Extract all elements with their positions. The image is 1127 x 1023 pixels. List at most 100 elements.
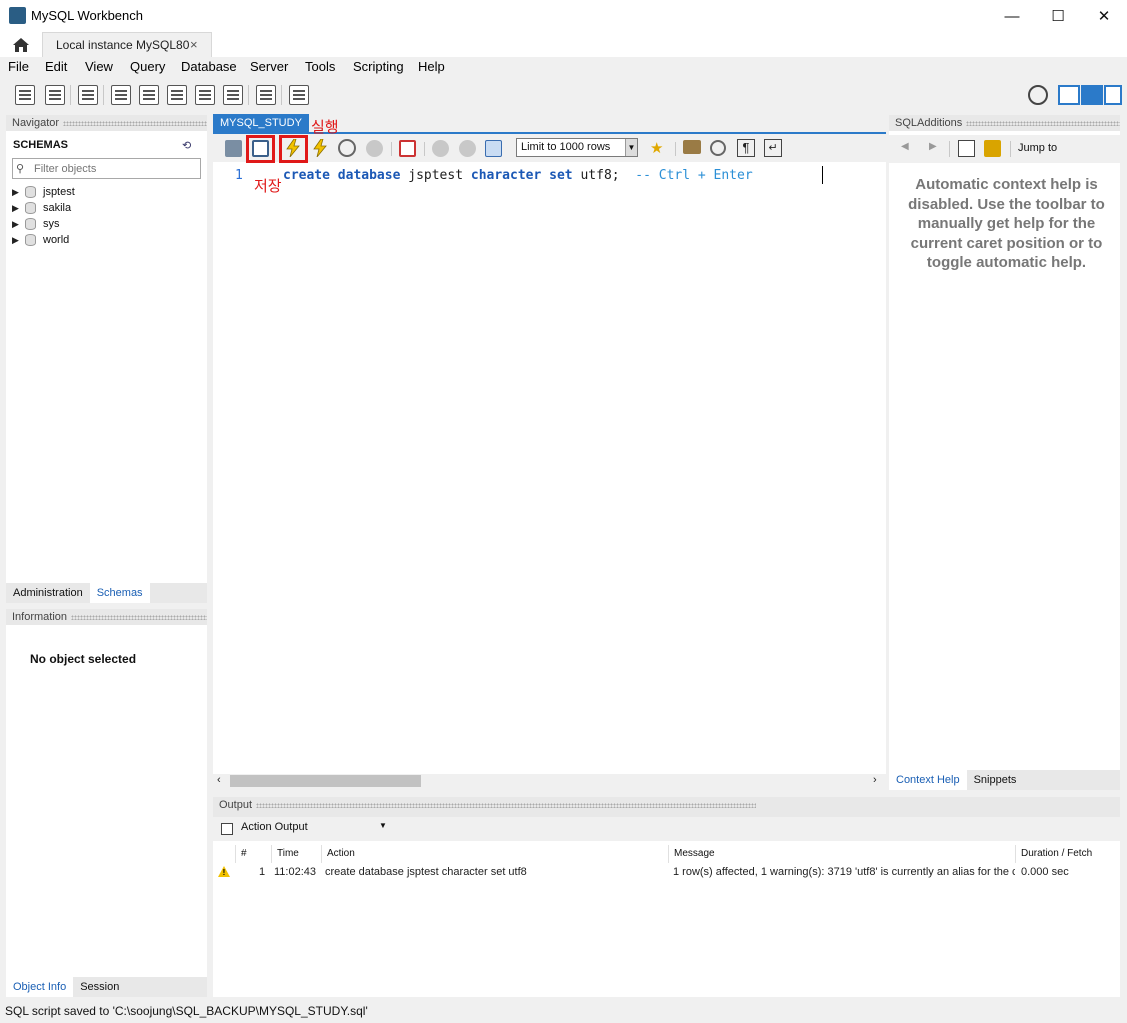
- add-snippet-star-icon[interactable]: ★: [650, 139, 663, 157]
- create-view-icon[interactable]: [167, 85, 187, 105]
- open-file-icon[interactable]: [225, 140, 242, 157]
- rollback-icon: [459, 140, 476, 157]
- expand-arrow-icon[interactable]: ▶: [12, 187, 22, 198]
- execute-highlight-box: [279, 135, 308, 163]
- toolbar-separator: [1010, 141, 1011, 157]
- invisible-characters-icon[interactable]: ¶: [737, 139, 755, 157]
- information-header: Information: [6, 609, 207, 625]
- column-header-action[interactable]: Action: [321, 845, 668, 863]
- toolbar-separator: [248, 85, 249, 105]
- refresh-schemas-icon[interactable]: ⟲: [182, 139, 191, 152]
- home-tab[interactable]: [0, 32, 42, 57]
- menu-tools[interactable]: Tools: [305, 59, 335, 74]
- toggle-output-icon[interactable]: [1081, 85, 1103, 105]
- toolbar-separator: [281, 85, 282, 105]
- menu-database[interactable]: Database: [181, 59, 237, 74]
- open-sql-script-icon[interactable]: [45, 85, 65, 105]
- column-header-number[interactable]: #: [235, 845, 271, 863]
- tab-context-help[interactable]: Context Help: [889, 770, 967, 790]
- column-header-message[interactable]: Message: [668, 845, 1015, 863]
- tab-administration[interactable]: Administration: [6, 583, 90, 603]
- stop-on-error-icon[interactable]: [399, 140, 416, 157]
- expand-arrow-icon[interactable]: ▶: [12, 219, 22, 230]
- schemas-title: SCHEMAS: [13, 139, 69, 151]
- new-sql-tab-icon[interactable]: [15, 85, 35, 105]
- back-arrow-icon[interactable]: ◀: [901, 141, 909, 152]
- menu-view[interactable]: View: [85, 59, 113, 74]
- minimize-button[interactable]: —: [989, 0, 1035, 32]
- scrollbar-thumb[interactable]: [230, 775, 421, 787]
- close-window-button[interactable]: ✕: [1081, 0, 1127, 32]
- navigator-panel: Navigator SCHEMAS ⟲ ⚲ ▶jsptest ▶sakila ▶…: [6, 115, 207, 603]
- output-table-header: # Time Action Message Duration / Fetch: [213, 845, 1120, 863]
- row-duration: 0.000 sec: [1021, 866, 1069, 878]
- tab-session[interactable]: Session: [73, 977, 126, 997]
- expand-arrow-icon[interactable]: ▶: [12, 203, 22, 214]
- context-help-icon[interactable]: [958, 140, 975, 157]
- column-header-duration[interactable]: Duration / Fetch: [1015, 845, 1120, 863]
- limit-rows-select[interactable]: Limit to 1000 rows ▼: [516, 138, 638, 157]
- menu-scripting[interactable]: Scripting: [353, 59, 404, 74]
- output-mode-select[interactable]: Action Output ▼: [241, 821, 389, 838]
- sql-keyword: set: [549, 168, 573, 183]
- menu-server[interactable]: Server: [250, 59, 288, 74]
- forward-arrow-icon[interactable]: ▶: [929, 141, 937, 152]
- tab-label: Local instance MySQL80: [56, 38, 190, 52]
- tab-schemas[interactable]: Schemas: [89, 583, 150, 603]
- find-icon[interactable]: [710, 140, 726, 156]
- filter-objects-field[interactable]: ⚲: [12, 158, 201, 179]
- close-tab-icon[interactable]: ×: [190, 37, 198, 52]
- schema-item-world[interactable]: ▶ world: [12, 232, 69, 248]
- gear-icon[interactable]: [1028, 85, 1048, 105]
- save-highlight-box: [246, 135, 275, 163]
- maximize-button[interactable]: ☐: [1035, 0, 1081, 32]
- schema-item-sys[interactable]: ▶ sys: [12, 216, 60, 232]
- reconnect-icon[interactable]: [289, 85, 309, 105]
- schema-item-sakila[interactable]: ▶ sakila: [12, 200, 71, 216]
- create-schema-icon[interactable]: [111, 85, 131, 105]
- menu-help[interactable]: Help: [418, 59, 445, 74]
- editor-horizontal-scrollbar[interactable]: ‹ ›: [213, 774, 886, 788]
- create-function-icon[interactable]: [223, 85, 243, 105]
- scroll-left-icon[interactable]: ‹: [217, 774, 221, 786]
- sql-keyword: database: [337, 168, 401, 183]
- sql-editor[interactable]: 1 create database jsptest character set …: [213, 162, 886, 774]
- menu-query[interactable]: Query: [130, 59, 165, 74]
- autocommit-toggle-icon[interactable]: [485, 140, 502, 157]
- sql-additions-bottom-tabs: Context Help Snippets: [889, 770, 1120, 790]
- jump-to-select[interactable]: Jump to: [1018, 142, 1057, 154]
- database-icon: [25, 234, 36, 246]
- output-header: Output: [213, 797, 1120, 817]
- inspector-icon[interactable]: [78, 85, 98, 105]
- stop-icon: [366, 140, 383, 157]
- menu-file[interactable]: File: [8, 59, 29, 74]
- schema-item-jsptest[interactable]: ▶ jsptest: [12, 184, 75, 200]
- code-line[interactable]: create database jsptest character set ut…: [283, 168, 753, 183]
- search-table-data-icon[interactable]: [256, 85, 276, 105]
- menu-edit[interactable]: Edit: [45, 59, 67, 74]
- column-header-time[interactable]: Time: [271, 845, 321, 863]
- auto-help-icon[interactable]: [984, 140, 1001, 157]
- create-procedure-icon[interactable]: [195, 85, 215, 105]
- beautify-brush-icon[interactable]: [683, 140, 701, 154]
- tab-object-info[interactable]: Object Info: [6, 977, 74, 997]
- tab-mysql-study[interactable]: MYSQL_STUDY: [213, 114, 309, 132]
- toggle-secondary-sidebar-icon[interactable]: [1104, 85, 1122, 105]
- create-table-icon[interactable]: [139, 85, 159, 105]
- search-icon: ⚲: [16, 163, 25, 175]
- scroll-right-icon[interactable]: ›: [873, 774, 877, 786]
- status-bar: SQL script saved to 'C:\soojung\SQL_BACK…: [0, 1000, 1127, 1023]
- explain-magnifier-icon[interactable]: [338, 139, 356, 157]
- execute-current-statement-icon[interactable]: [312, 138, 328, 158]
- filter-objects-input[interactable]: [34, 161, 194, 176]
- tab-local-instance[interactable]: Local instance MySQL80 ×: [42, 32, 212, 57]
- copy-icon[interactable]: [221, 823, 233, 835]
- toggle-sidebar-icon[interactable]: [1058, 85, 1080, 105]
- word-wrap-icon[interactable]: ↵: [764, 139, 782, 157]
- expand-arrow-icon[interactable]: ▶: [12, 235, 22, 246]
- toolbar-separator: [391, 142, 392, 156]
- row-action: create database jsptest character set ut…: [325, 866, 527, 878]
- tab-snippets[interactable]: Snippets: [967, 770, 1024, 790]
- sql-additions-toolbar: ◀ ▶ Jump to: [889, 135, 1120, 163]
- table-row[interactable]: ! 1 11:02:43 create database jsptest cha…: [213, 865, 1120, 881]
